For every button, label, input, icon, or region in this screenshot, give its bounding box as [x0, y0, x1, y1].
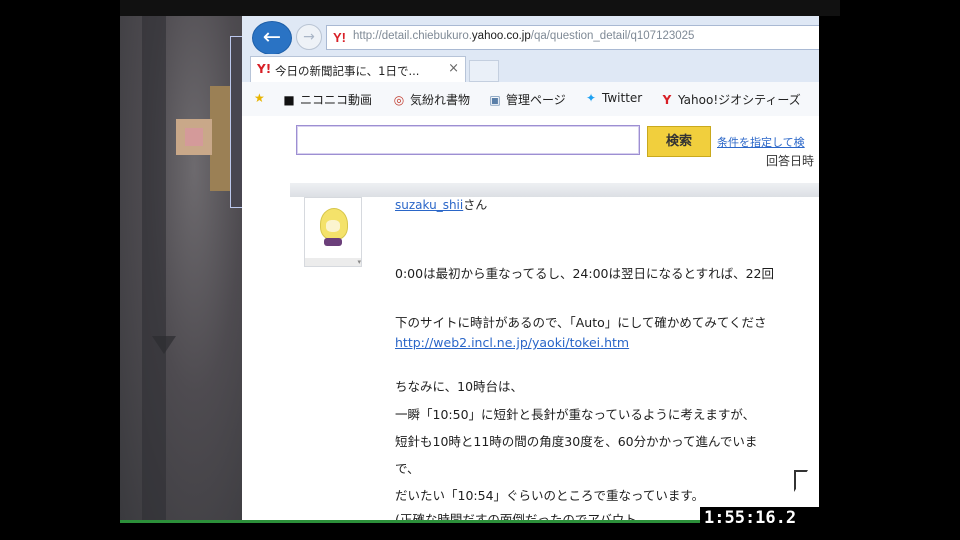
favorite-niconico[interactable]: ■ ニコニコ動画 — [282, 91, 372, 108]
url-text: http://detail.chiebukuro.yahoo.co.jp/qa/… — [353, 30, 695, 42]
yahoo-y-icon: Y! — [257, 62, 272, 76]
video-frame-right — [840, 0, 960, 540]
desktop-shape — [152, 336, 176, 354]
address-row: ← → Y! http://detail.chiebukuro.yahoo.co… — [242, 16, 819, 55]
advanced-search-link[interactable]: 条件を指定して検 — [717, 134, 805, 150]
favorites-bar: ★ ■ ニコニコ動画 ◎ 気紛れ書物 ▣ 管理ページ ✦ Twitter Y Yahoo!… — [242, 82, 819, 117]
forward-button[interactable]: → — [296, 24, 322, 50]
new-tab-button[interactable] — [469, 60, 499, 82]
yahoo-y-icon: Y! — [333, 30, 346, 45]
page-icon: ▣ — [489, 93, 501, 107]
arrow-right-icon: → — [303, 29, 315, 45]
video-frame-top — [0, 0, 960, 16]
browser-window: ← → Y! http://detail.chiebukuro.yahoo.co… — [242, 16, 819, 522]
favorite-geocities[interactable]: Y Yahoo!ジオシティーズ — [660, 91, 801, 108]
back-button[interactable]: ← — [252, 21, 292, 55]
kimagure-icon: ◎ — [393, 93, 405, 107]
favorite-admin-page[interactable]: ▣ 管理ページ — [488, 91, 565, 108]
desktop-background — [120, 16, 244, 522]
twitter-icon: ✦ — [585, 91, 597, 105]
tab-label: 今日の新聞記事に、1日で... — [275, 64, 420, 78]
tab-row: Y! 今日の新聞記事に、1日で... × — [242, 54, 819, 83]
arrow-left-icon: ← — [262, 25, 282, 50]
mouse-cursor-icon — [796, 472, 807, 490]
close-icon[interactable]: × — [448, 61, 459, 76]
answer-date-label: 回答日時 — [766, 154, 815, 168]
video-timestamp: 1:55:16.2 — [700, 507, 820, 529]
search-input[interactable] — [296, 125, 640, 155]
address-bar[interactable]: Y! http://detail.chiebukuro.yahoo.co.jp/… — [326, 25, 819, 50]
tab-question[interactable]: Y! 今日の新聞記事に、1日で... × — [250, 56, 466, 83]
desktop-strip — [142, 16, 166, 522]
video-frame-left — [0, 0, 120, 540]
yahoo-icon: Y — [662, 93, 672, 107]
favorite-twitter[interactable]: ✦ Twitter — [584, 91, 642, 105]
star-icon[interactable]: ★ — [254, 91, 265, 105]
search-button[interactable]: 検索 — [647, 126, 711, 157]
niconico-icon: ■ — [283, 93, 295, 107]
desktop-window-edge — [210, 86, 232, 191]
favorite-kimagure[interactable]: ◎ 気紛れ書物 — [392, 91, 470, 108]
desktop-icon[interactable] — [176, 119, 212, 155]
search-area: 検索 条件を指定して検 — [242, 116, 819, 176]
